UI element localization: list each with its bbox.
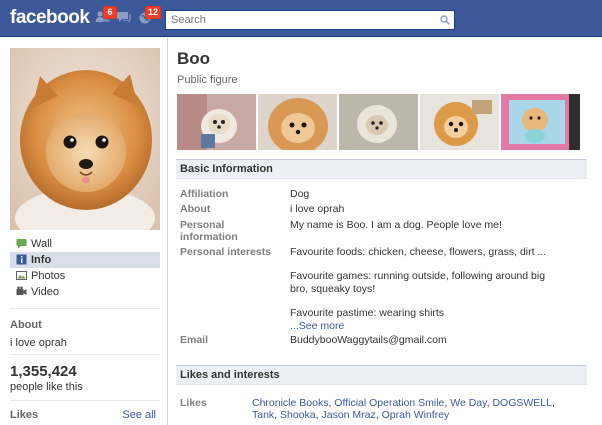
messages-icon <box>117 12 131 23</box>
page-navigation: Wall Info Photos Video <box>10 236 160 300</box>
info-icon <box>16 254 27 265</box>
nav-label-video: Video <box>31 286 59 298</box>
search-button[interactable] <box>436 11 454 29</box>
wall-icon <box>16 238 27 249</box>
nav-label-info: Info <box>31 254 52 266</box>
info-value: Dog <box>290 188 310 200</box>
page-title: Boo <box>177 49 211 68</box>
like-link[interactable]: Oprah Winfrey <box>382 409 450 421</box>
video-icon <box>16 286 27 297</box>
like-link[interactable]: Tank <box>252 409 274 421</box>
friend-requests-jewel[interactable]: 6 <box>95 6 117 24</box>
notifications-jewel[interactable]: 12 <box>137 6 162 24</box>
info-label: Affiliation <box>180 188 229 200</box>
about-title: About <box>10 319 42 331</box>
search-box <box>165 10 455 30</box>
info-value: Favourite pastime: wearing shirts <box>290 307 445 319</box>
fans-section: 1,355,424 people like this <box>10 354 160 400</box>
nav-item-video[interactable]: Video <box>10 284 160 300</box>
like-link[interactable]: Jason Mraz <box>322 409 376 421</box>
about-text: i love oprah <box>10 337 67 349</box>
photo-strip <box>177 94 587 150</box>
basic-information-header: Basic Information <box>176 159 587 179</box>
photo-thumbnail[interactable] <box>339 94 418 150</box>
profile-picture[interactable] <box>10 48 160 230</box>
info-label: Personal information <box>180 219 238 243</box>
info-value: My name is Boo. I am a dog. People love … <box>290 219 502 231</box>
nav-item-photos[interactable]: Photos <box>10 268 160 284</box>
left-column: Wall Info Photos Video About i love opra… <box>0 38 168 425</box>
messages-jewel[interactable] <box>116 10 132 24</box>
photos-icon <box>16 270 27 281</box>
top-bar: facebook 6 12 <box>0 0 602 37</box>
fans-count: 1,355,424 <box>10 363 77 380</box>
like-link[interactable]: Shooka <box>280 409 316 421</box>
page-category: Public figure <box>177 74 238 86</box>
like-link[interactable]: DOGSWELL <box>492 397 552 409</box>
nav-item-info[interactable]: Info <box>10 252 160 268</box>
search-icon <box>440 15 450 25</box>
about-section: About i love oprah <box>10 308 160 356</box>
like-link[interactable]: We Day <box>450 397 486 409</box>
search-input[interactable] <box>166 11 436 29</box>
fans-text: people like this <box>10 381 83 393</box>
see-more-link[interactable]: ...See more <box>290 320 585 333</box>
notifications-badge: 12 <box>145 6 162 19</box>
friend-requests-badge: 6 <box>103 6 117 19</box>
photo-thumbnail[interactable] <box>420 94 499 150</box>
info-label: Email <box>180 334 209 346</box>
nav-label-wall: Wall <box>31 238 52 250</box>
info-value: BuddybooWaggytails@gmail.com <box>290 334 447 346</box>
facebook-logo[interactable]: facebook <box>10 7 90 29</box>
pomeranian-dog-image <box>10 48 160 230</box>
info-value: Favourite games: running outside, follow… <box>290 270 546 295</box>
likes-list: Chronicle Books, Official Operation Smil… <box>252 397 555 421</box>
nav-item-wall[interactable]: Wall <box>10 236 160 252</box>
photo-thumbnail[interactable] <box>501 94 580 150</box>
info-label: Personal interests <box>180 246 272 258</box>
info-value: Favourite foods: chicken, cheese, flower… <box>290 246 547 258</box>
like-link[interactable]: Official Operation Smile <box>334 397 444 409</box>
see-all-link[interactable]: See all <box>122 409 156 421</box>
likes-interests-header: Likes and interests <box>176 365 587 385</box>
photo-thumbnail[interactable] <box>177 94 256 150</box>
nav-label-photos: Photos <box>31 270 66 282</box>
like-link[interactable]: Chronicle Books <box>252 397 328 409</box>
photo-thumbnail[interactable] <box>258 94 337 150</box>
likes-section: Likes See all <box>10 400 160 425</box>
info-label: About <box>180 203 211 215</box>
info-value: i love oprah <box>290 203 345 215</box>
